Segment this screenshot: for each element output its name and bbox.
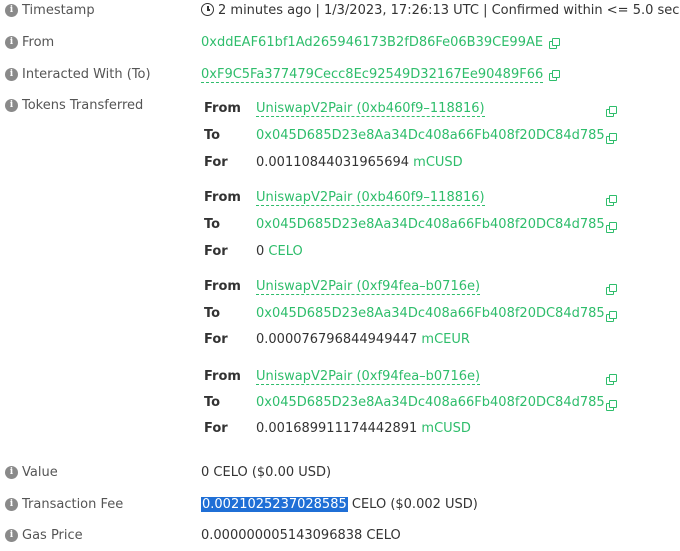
transfer-amount: 0.001689911174442891 — [256, 421, 418, 436]
transfer-amount: 0.00110844031965694 — [256, 155, 410, 170]
copy-icon[interactable] — [606, 311, 617, 322]
token-symbol-link[interactable]: mCEUR — [421, 332, 470, 347]
from-label: From — [22, 35, 55, 50]
gas-price-label-group: i Gas Price — [5, 528, 83, 543]
timestamp-value: 2 minutes ago | 1/3/2023, 17:26:13 UTC |… — [201, 3, 680, 18]
transfer-from-label: From — [204, 369, 241, 384]
copy-icon[interactable] — [606, 195, 617, 206]
transfer-amount-group: 0.00110844031965694 mCUSD — [256, 155, 463, 170]
selected-fee-amount[interactable]: 0.0021025237028585 — [201, 497, 348, 512]
interacted-with-label: Interacted With (To) — [22, 67, 151, 82]
gas-price-value: 0.000000005143096838 CELO — [201, 528, 401, 543]
info-icon[interactable]: i — [5, 466, 18, 479]
value-amount: 0 CELO ($0.00 USD) — [201, 465, 332, 480]
timestamp-label-group: i Timestamp — [5, 3, 95, 18]
transfer-from-label: From — [204, 190, 241, 205]
transfer-for-label: For — [204, 155, 228, 170]
transfer-amount-group: 0.000076796844949447 mCEUR — [256, 332, 470, 347]
from-address-link[interactable]: 0xddEAF61bf1Ad265946173B2fD86Fe06B39CE99… — [201, 35, 543, 50]
transfer-amount: 0 — [256, 244, 265, 259]
transaction-fee-label-group: i Transaction Fee — [5, 497, 123, 512]
confirmation-time: Confirmed within <= 5.0 seconds — [491, 3, 680, 18]
info-icon[interactable]: i — [5, 4, 18, 17]
info-icon[interactable]: i — [5, 36, 18, 49]
copy-icon[interactable] — [606, 374, 617, 385]
transfer-to-link[interactable]: 0x045D685D23e8Aa34Dc408a66Fb408f20DC84d7… — [256, 395, 605, 410]
transfer-to-label: To — [204, 217, 221, 232]
transfer-amount-group: 0 CELO — [256, 244, 303, 259]
clock-icon — [201, 3, 214, 16]
timestamp-relative: 2 minutes ago — [218, 3, 312, 18]
from-label-group: i From — [5, 35, 54, 50]
token-symbol-link[interactable]: CELO — [268, 244, 302, 259]
interacted-with-value: 0xF9C5Fa377479Cecc8Ec92549D32167Ee90489F… — [201, 67, 561, 83]
transfer-from-label: From — [204, 101, 241, 116]
copy-icon[interactable] — [606, 106, 617, 117]
tokens-transferred-label: Tokens Transferred — [22, 98, 144, 113]
transfer-to-label: To — [204, 306, 221, 321]
token-symbol-link[interactable]: mCUSD — [421, 421, 471, 436]
transfer-to-link[interactable]: 0x045D685D23e8Aa34Dc408a66Fb408f20DC84d7… — [256, 306, 605, 321]
value-label-group: i Value — [5, 465, 58, 480]
separator: | — [478, 3, 492, 18]
value-label: Value — [22, 465, 58, 480]
transfer-from-link[interactable]: UniswapV2Pair (0xb460f9–118816) — [256, 190, 485, 206]
transaction-fee-label: Transaction Fee — [22, 497, 124, 512]
transfer-from-label: From — [204, 279, 241, 294]
timestamp-label: Timestamp — [22, 3, 95, 18]
separator: | — [311, 3, 324, 18]
copy-icon[interactable] — [549, 70, 561, 81]
contract-address-link[interactable]: 0xF9C5Fa377479Cecc8Ec92549D32167Ee90489F… — [201, 67, 544, 83]
transfer-for-label: For — [204, 332, 228, 347]
transfer-from-link[interactable]: UniswapV2Pair (0xb460f9–118816) — [256, 101, 485, 117]
gas-price-label: Gas Price — [22, 528, 83, 543]
copy-icon[interactable] — [549, 38, 561, 49]
transfer-for-label: For — [204, 244, 228, 259]
transaction-fee-suffix: CELO ($0.002 USD) — [347, 497, 478, 512]
transfer-to-label: To — [204, 395, 221, 410]
timestamp-datetime: 1/3/2023, 17:26:13 UTC — [324, 3, 479, 18]
tokens-transferred-label-group: i Tokens Transferred — [5, 98, 143, 113]
transfer-from-link[interactable]: UniswapV2Pair (0xf94fea–b0716e) — [256, 279, 481, 295]
transfer-amount: 0.000076796844949447 — [256, 332, 418, 347]
info-icon[interactable]: i — [5, 529, 18, 542]
from-value: 0xddEAF61bf1Ad265946173B2fD86Fe06B39CE99… — [201, 35, 561, 50]
copy-icon[interactable] — [606, 400, 617, 411]
transfer-to-link[interactable]: 0x045D685D23e8Aa34Dc408a66Fb408f20DC84d7… — [256, 217, 605, 232]
copy-icon[interactable] — [606, 222, 617, 233]
transfer-to-label: To — [204, 128, 221, 143]
info-icon[interactable]: i — [5, 498, 18, 511]
transfer-to-link[interactable]: 0x045D685D23e8Aa34Dc408a66Fb408f20DC84d7… — [256, 128, 605, 143]
info-icon[interactable]: i — [5, 68, 18, 81]
transfer-for-label: For — [204, 421, 228, 436]
copy-icon[interactable] — [606, 284, 617, 295]
token-symbol-link[interactable]: mCUSD — [413, 155, 463, 170]
info-icon[interactable]: i — [5, 99, 18, 112]
transfer-amount-group: 0.001689911174442891 mCUSD — [256, 421, 471, 436]
interacted-with-label-group: i Interacted With (To) — [5, 67, 151, 82]
transaction-fee-value: 0.0021025237028585 CELO ($0.002 USD) — [201, 497, 478, 512]
copy-icon[interactable] — [606, 133, 617, 144]
transfer-from-link[interactable]: UniswapV2Pair (0xf94fea–b0716e) — [256, 369, 481, 385]
